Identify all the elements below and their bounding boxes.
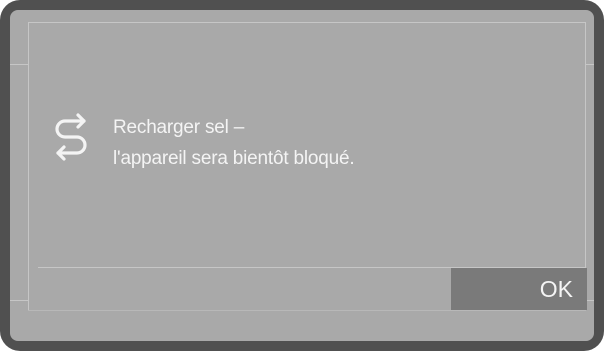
right-tick-top: [586, 64, 594, 65]
display-screen: Recharger sel – l'appareil sera bientôt …: [10, 10, 594, 341]
left-tick-top: [10, 64, 28, 65]
message-line-1: Recharger sel –: [113, 117, 245, 138]
alert-message: Recharger sel – l'appareil sera bientôt …: [113, 112, 355, 174]
message-line-2: l'appareil sera bientôt bloqué.: [113, 148, 355, 169]
bottom-line: [28, 310, 586, 311]
appliance-display-frame: Recharger sel – l'appareil sera bientôt …: [0, 0, 604, 351]
ok-button[interactable]: OK: [451, 268, 587, 310]
salt-refill-icon: [55, 113, 87, 161]
right-tick-bottom: [586, 300, 594, 301]
left-tick-bottom: [10, 300, 28, 301]
